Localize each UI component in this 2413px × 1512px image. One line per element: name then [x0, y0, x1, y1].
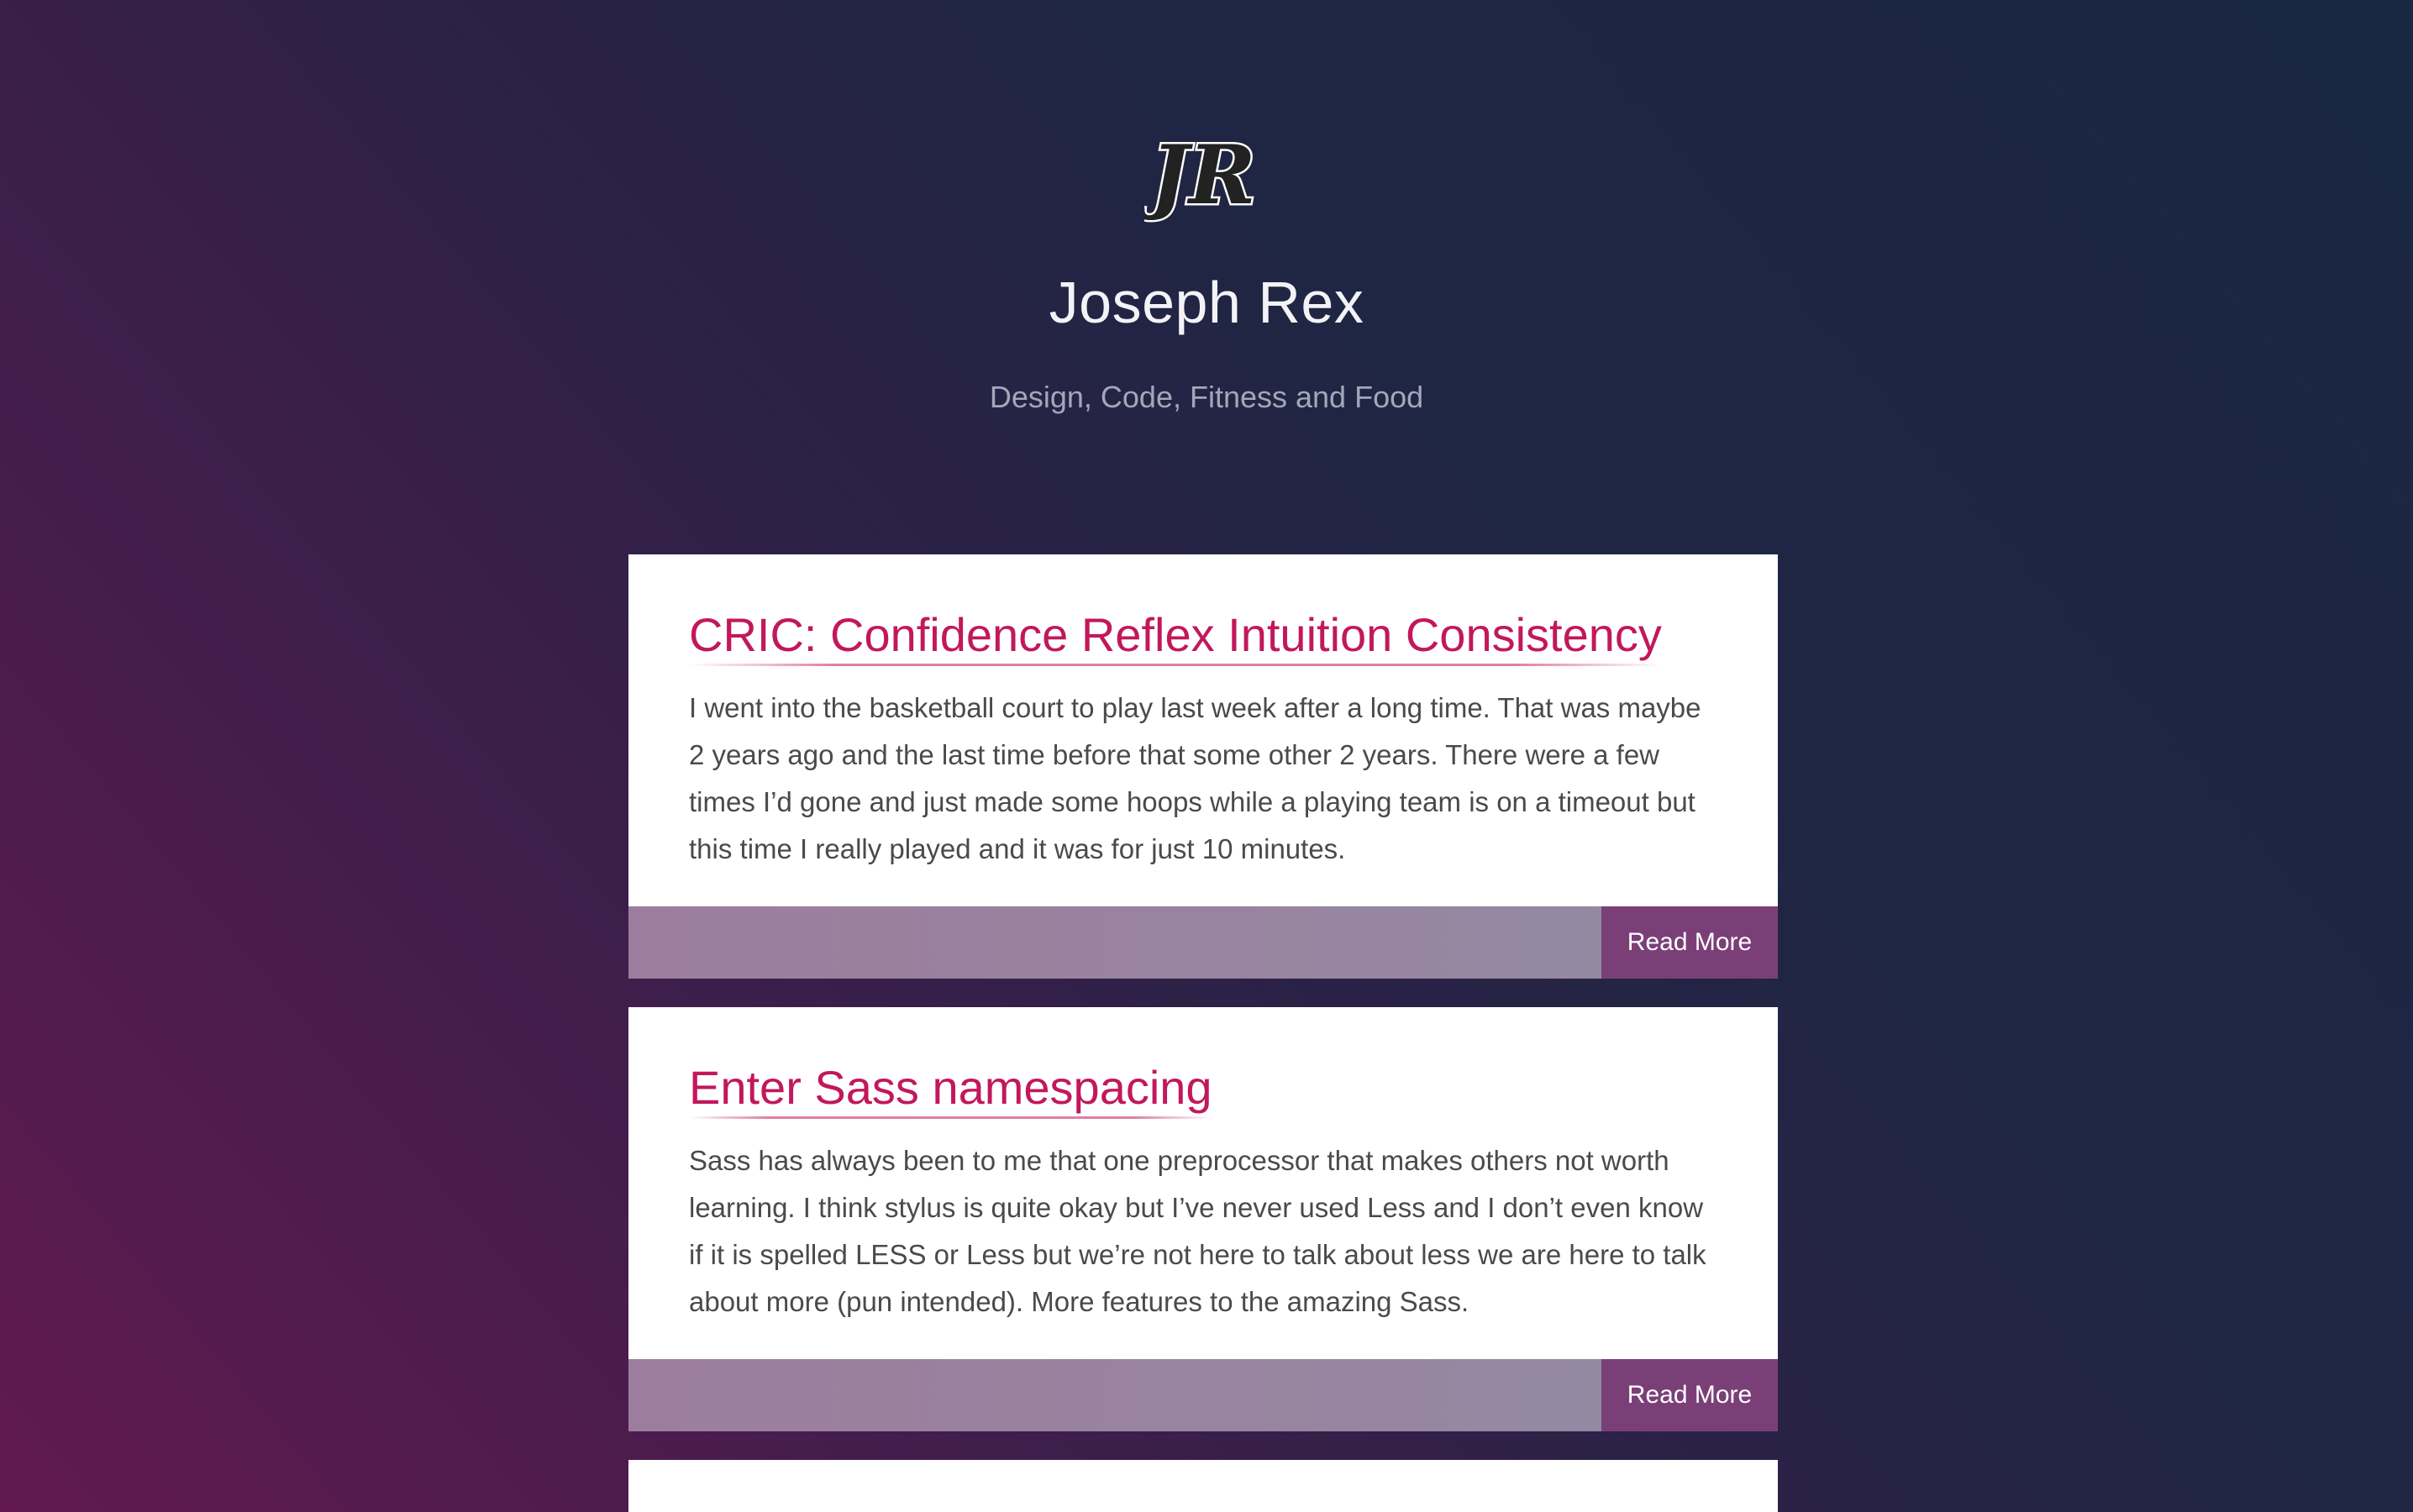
post-excerpt: I went into the basketball court to play… — [689, 692, 1701, 865]
post-excerpt: Sass has always been to me that one prep… — [689, 1145, 1706, 1318]
jr-logo-icon: JR — [1144, 126, 1258, 225]
post-title-link[interactable]: CRIC: Confidence Reflex Intuition Consis… — [689, 606, 1662, 667]
post-footer: Read More — [628, 1359, 1778, 1432]
post-card: CRIC: Confidence Reflex Intuition Consis… — [628, 554, 1778, 979]
site-title: Joseph Rex — [1049, 270, 1364, 335]
read-more-button[interactable]: Read More — [1601, 1359, 1778, 1432]
logo-text: JR — [1144, 128, 1256, 223]
post-card: Enter Sass namespacing Sass has always b… — [628, 1007, 1778, 1432]
post-body: Enter Sass namespacing Sass has always b… — [628, 1007, 1778, 1359]
post-title-link[interactable]: Enter Sass namespacing — [689, 1059, 1212, 1120]
post-footer: Read More — [628, 906, 1778, 979]
post-body: CRIC: Confidence Reflex Intuition Consis… — [628, 554, 1778, 906]
read-more-button[interactable]: Read More — [1601, 906, 1778, 979]
post-card-partial — [628, 1460, 1778, 1512]
site-tagline: Design, Code, Fitness and Food — [989, 380, 1424, 414]
site-header: JR Joseph Rex Design, Code, Fitness and … — [0, 0, 2413, 470]
